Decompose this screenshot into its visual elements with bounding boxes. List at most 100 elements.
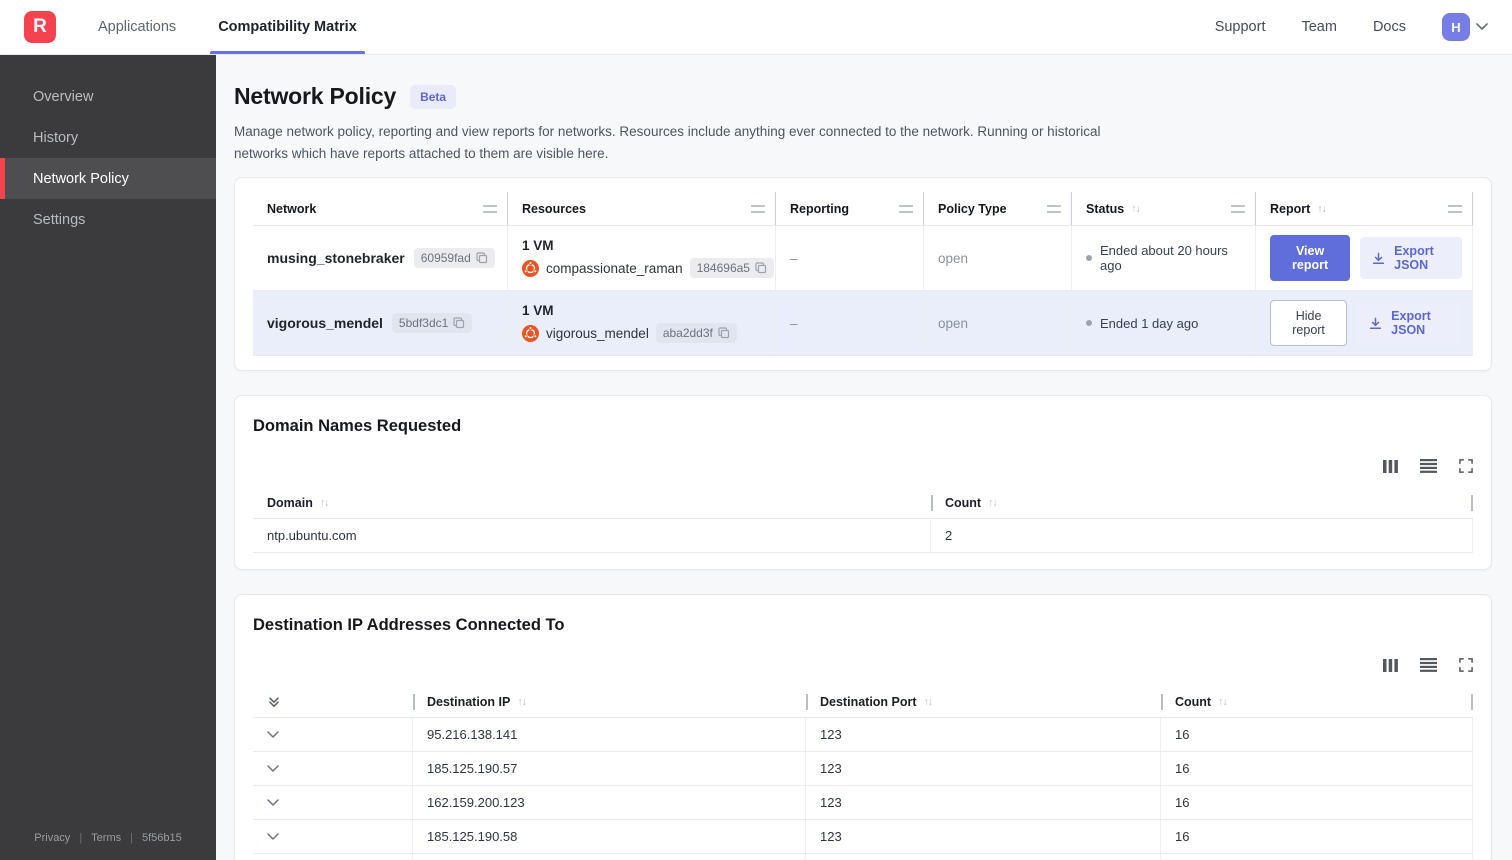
resource-id: 184696a5 bbox=[696, 261, 750, 276]
destination-port-cell: 123 bbox=[806, 718, 1161, 752]
sidebar-item-history[interactable]: History bbox=[0, 117, 216, 158]
row-expander[interactable] bbox=[253, 854, 413, 860]
fullscreen-icon[interactable] bbox=[1459, 459, 1473, 474]
column-header-domain[interactable]: Domain ↑↓ bbox=[253, 488, 931, 518]
copy-icon[interactable] bbox=[476, 252, 488, 264]
column-header-network[interactable]: Network bbox=[253, 192, 508, 226]
destination-port-cell: 123 bbox=[806, 820, 1161, 854]
chevron-down-icon[interactable] bbox=[267, 764, 279, 773]
destination-port-cell: 123 bbox=[806, 786, 1161, 820]
column-header-destination-ip[interactable]: Destination IP ↑↓ bbox=[413, 687, 806, 717]
domains-table-header: Domain ↑↓ Count ↑↓ bbox=[253, 488, 1473, 520]
destination-row: 185.125.190.57 123 16 bbox=[253, 752, 1473, 787]
beta-badge: Beta bbox=[410, 84, 457, 109]
resource-id-badge[interactable]: 184696a5 bbox=[689, 258, 774, 279]
sort-icon[interactable]: ↑↓ bbox=[1218, 696, 1227, 708]
copy-icon[interactable] bbox=[453, 317, 465, 329]
column-label: Report bbox=[1270, 201, 1311, 216]
app-logo[interactable]: R bbox=[24, 11, 56, 43]
download-icon bbox=[1371, 251, 1386, 266]
link-support[interactable]: Support bbox=[1215, 19, 1266, 35]
destination-ip-cell: 162.159.200.123 bbox=[413, 786, 806, 820]
copy-icon[interactable] bbox=[755, 262, 767, 274]
column-header-resources[interactable]: Resources bbox=[508, 192, 776, 226]
rows-icon[interactable] bbox=[1420, 459, 1437, 474]
terms-link[interactable]: Terms bbox=[91, 832, 121, 844]
sort-icon[interactable]: ↑↓ bbox=[517, 696, 526, 708]
columns-icon[interactable] bbox=[1383, 459, 1398, 473]
column-label: Destination Port bbox=[820, 695, 917, 710]
status-dot bbox=[1086, 255, 1092, 262]
column-header-report[interactable]: Report ↑↓ bbox=[1256, 192, 1473, 226]
column-drag-handle-icon[interactable] bbox=[1448, 204, 1462, 213]
networks-table-card: Network Resources Reporting Policy Type … bbox=[234, 177, 1492, 372]
count-cell: 16 bbox=[1161, 786, 1473, 820]
network-id: 60959fad bbox=[420, 251, 471, 266]
column-drag-handle-icon[interactable] bbox=[899, 204, 913, 213]
column-drag-handle-icon[interactable] bbox=[483, 204, 497, 213]
row-expander[interactable] bbox=[253, 718, 413, 752]
destination-row: 185.125.190.58 123 16 bbox=[253, 820, 1473, 855]
columns-icon[interactable] bbox=[1383, 658, 1398, 672]
network-id-badge[interactable]: 5bdf3dc1 bbox=[391, 313, 473, 334]
double-chevron-down-icon[interactable] bbox=[267, 695, 281, 709]
sidebar-item-settings[interactable]: Settings bbox=[0, 199, 216, 240]
export-json-button[interactable]: Export JSON bbox=[1357, 302, 1462, 345]
network-id-badge[interactable]: 60959fad bbox=[413, 248, 495, 269]
rows-icon[interactable] bbox=[1420, 658, 1437, 673]
chevron-down-icon[interactable] bbox=[267, 798, 279, 807]
policy-type-cell: open bbox=[924, 226, 1072, 291]
column-header-destination-port[interactable]: Destination Port ↑↓ bbox=[806, 687, 1161, 717]
network-name: musing_stonebraker bbox=[267, 250, 405, 267]
avatar[interactable]: H bbox=[1442, 13, 1470, 41]
copy-icon[interactable] bbox=[718, 327, 730, 339]
chevron-down-icon[interactable] bbox=[267, 832, 279, 841]
column-header-reporting[interactable]: Reporting bbox=[776, 192, 924, 226]
column-header-policy-type[interactable]: Policy Type bbox=[924, 192, 1072, 226]
column-label: Policy Type bbox=[938, 201, 1007, 216]
destination-ip-cell: 95.216.138.141 bbox=[413, 718, 806, 752]
export-json-button[interactable]: Export JSON bbox=[1360, 237, 1462, 280]
row-expander[interactable] bbox=[253, 752, 413, 786]
top-nav-right: Support Team Docs H bbox=[1215, 13, 1488, 41]
column-header-count[interactable]: Count ↑↓ bbox=[931, 488, 1473, 518]
column-drag-handle-icon[interactable] bbox=[1231, 204, 1245, 213]
column-drag-handle-icon[interactable] bbox=[1047, 204, 1061, 213]
column-header-count[interactable]: Count ↑↓ bbox=[1161, 687, 1473, 717]
tab-compatibility-matrix[interactable]: Compatibility Matrix bbox=[210, 0, 365, 54]
resources-count: 1 VM bbox=[522, 238, 554, 254]
card-toolbar bbox=[253, 458, 1473, 474]
view-report-button[interactable]: View report bbox=[1270, 235, 1351, 282]
destination-ip-cell: 185.125.190.57 bbox=[413, 752, 806, 786]
domain-names-card: Domain Names Requested Domain ↑↓ Count ↑… bbox=[234, 395, 1492, 571]
export-json-label: Export JSON bbox=[1391, 309, 1431, 338]
link-team[interactable]: Team bbox=[1301, 19, 1336, 35]
expand-all-header[interactable] bbox=[253, 687, 413, 717]
policy-type-cell: open bbox=[924, 291, 1072, 356]
version-label: 5f56b15 bbox=[141, 832, 182, 844]
sort-icon[interactable]: ↑↓ bbox=[1131, 203, 1140, 215]
main-content: Network Policy Beta Manage network polic… bbox=[216, 55, 1512, 860]
sort-icon[interactable]: ↑↓ bbox=[320, 497, 329, 509]
fullscreen-icon[interactable] bbox=[1459, 658, 1473, 673]
column-header-status[interactable]: Status ↑↓ bbox=[1072, 192, 1256, 226]
column-label: Resources bbox=[522, 201, 586, 216]
sort-icon[interactable]: ↑↓ bbox=[988, 497, 997, 509]
column-drag-handle-icon[interactable] bbox=[751, 204, 765, 213]
user-menu[interactable]: H bbox=[1442, 13, 1488, 41]
sidebar-item-overview[interactable]: Overview bbox=[0, 76, 216, 117]
sidebar-item-network-policy[interactable]: Network Policy bbox=[0, 158, 216, 199]
privacy-link[interactable]: Privacy bbox=[34, 832, 70, 844]
sort-icon[interactable]: ↑↓ bbox=[1317, 203, 1326, 215]
page-title: Network Policy bbox=[234, 83, 397, 109]
sort-icon[interactable]: ↑↓ bbox=[924, 696, 933, 708]
resource-id-badge[interactable]: aba2dd3f bbox=[655, 323, 737, 344]
link-docs[interactable]: Docs bbox=[1373, 19, 1406, 35]
tab-applications[interactable]: Applications bbox=[98, 0, 176, 54]
row-expander[interactable] bbox=[253, 786, 413, 820]
status-dot bbox=[1086, 320, 1092, 327]
row-expander[interactable] bbox=[253, 820, 413, 854]
hide-report-button[interactable]: Hide report bbox=[1270, 300, 1348, 347]
ubuntu-icon bbox=[522, 324, 539, 342]
chevron-down-icon[interactable] bbox=[267, 730, 279, 739]
